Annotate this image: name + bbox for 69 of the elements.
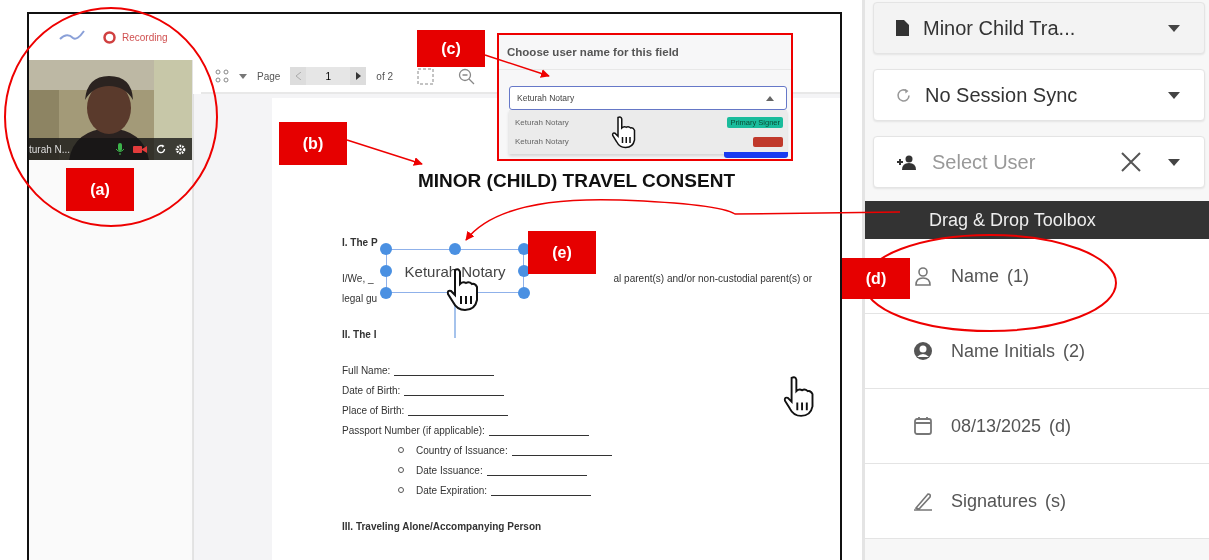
hand-cursor-icon: [783, 376, 814, 417]
field-label: Date Expiration:: [416, 484, 488, 496]
callout-label: (a): [66, 168, 134, 211]
triangle-right-icon: [355, 72, 361, 80]
user-select[interactable]: Keturah Notary: [509, 86, 787, 110]
pen-icon: [913, 491, 933, 511]
tool-shortcut: (s): [1045, 490, 1067, 512]
dropdown-value: Minor Child Tra...: [923, 16, 1077, 40]
user-option[interactable]: Keturah Notary: [509, 132, 787, 151]
tool-label: Signatures: [951, 490, 1038, 512]
document-icon: [896, 20, 909, 36]
tool-label: Name: [951, 265, 999, 287]
tool-label: Name Initials: [951, 340, 1056, 362]
callout-label: (b): [279, 122, 347, 165]
refresh-icon[interactable]: [156, 144, 166, 154]
section-heading: II. The I: [342, 328, 377, 340]
hand-cursor-icon: [611, 116, 636, 149]
settings-icon[interactable]: [175, 143, 186, 155]
grid-icon[interactable]: [215, 69, 229, 83]
next-page-button[interactable]: [350, 67, 367, 85]
participant-name: turah N...: [29, 143, 72, 155]
toolbox-item[interactable]: 08/13/2025 (d): [865, 389, 1209, 464]
dropdown-placeholder: Select User: [932, 150, 1037, 174]
field-label: Full Name:: [342, 364, 391, 376]
toolbox-item[interactable]: Name Initials (2): [865, 314, 1209, 389]
tool-shortcut: (1): [1007, 265, 1029, 287]
page-label: Page: [257, 70, 281, 82]
zoom-out-icon[interactable]: [458, 67, 476, 85]
section-heading: III. Traveling Alone/Accompanying Person: [342, 520, 542, 532]
calendar-icon: [913, 416, 933, 436]
caret-icon: [1168, 158, 1180, 166]
tool-shortcut: (2): [1063, 340, 1086, 362]
tool-label: 08/13/2025: [951, 415, 1042, 437]
dropdown-value: No Session Sync: [925, 83, 1079, 107]
toolbox-title: Drag & Drop Toolbox: [929, 209, 1096, 231]
document-title: MINOR (CHILD) TRAVEL CONSENT: [418, 170, 736, 192]
clear-icon[interactable]: [1120, 151, 1142, 173]
add-user-icon: [896, 154, 918, 170]
callout-label: (e): [528, 231, 596, 274]
user-circle-icon: [913, 341, 933, 361]
person-icon: [913, 266, 933, 286]
dialog-title: Choose user name for this field: [507, 46, 679, 58]
field-label: Date of Birth:: [342, 384, 401, 396]
callout-label: (c): [417, 30, 485, 67]
tool-shortcut: (d): [1049, 415, 1072, 437]
field-label: Country of Issuance:: [416, 444, 508, 456]
caret-icon[interactable]: [239, 73, 247, 79]
camera-icon[interactable]: [133, 144, 147, 154]
paragraph-text: legal gu: [342, 292, 378, 304]
caret-icon: [1168, 24, 1180, 32]
field-label: Passport Number (if applicable):: [342, 424, 485, 436]
toolbox-item[interactable]: Signatures (s): [865, 464, 1209, 539]
page-number-field[interactable]: 1: [306, 67, 351, 85]
record-icon: [103, 30, 116, 44]
caret-icon: [766, 95, 774, 101]
field-label: Date Issuance:: [416, 464, 483, 476]
callout-label: (d): [842, 258, 910, 299]
dropdown[interactable]: No Session Sync: [873, 69, 1205, 121]
page-count: of 2: [376, 70, 394, 82]
paragraph-text: I/We, _: [342, 272, 374, 284]
field-label: Place of Birth:: [342, 404, 405, 416]
recording-label: Recording: [122, 31, 168, 43]
microphone-icon[interactable]: [116, 143, 124, 155]
caret-icon: [1168, 91, 1180, 99]
chevron-left-icon: [295, 72, 301, 80]
refresh-icon: [896, 87, 911, 103]
section-heading: I. The P: [342, 236, 378, 248]
paragraph-text: al parent(s) and/or non-custodial parent(s) or: [613, 272, 812, 284]
dropdown[interactable]: Minor Child Tra...: [873, 2, 1205, 54]
